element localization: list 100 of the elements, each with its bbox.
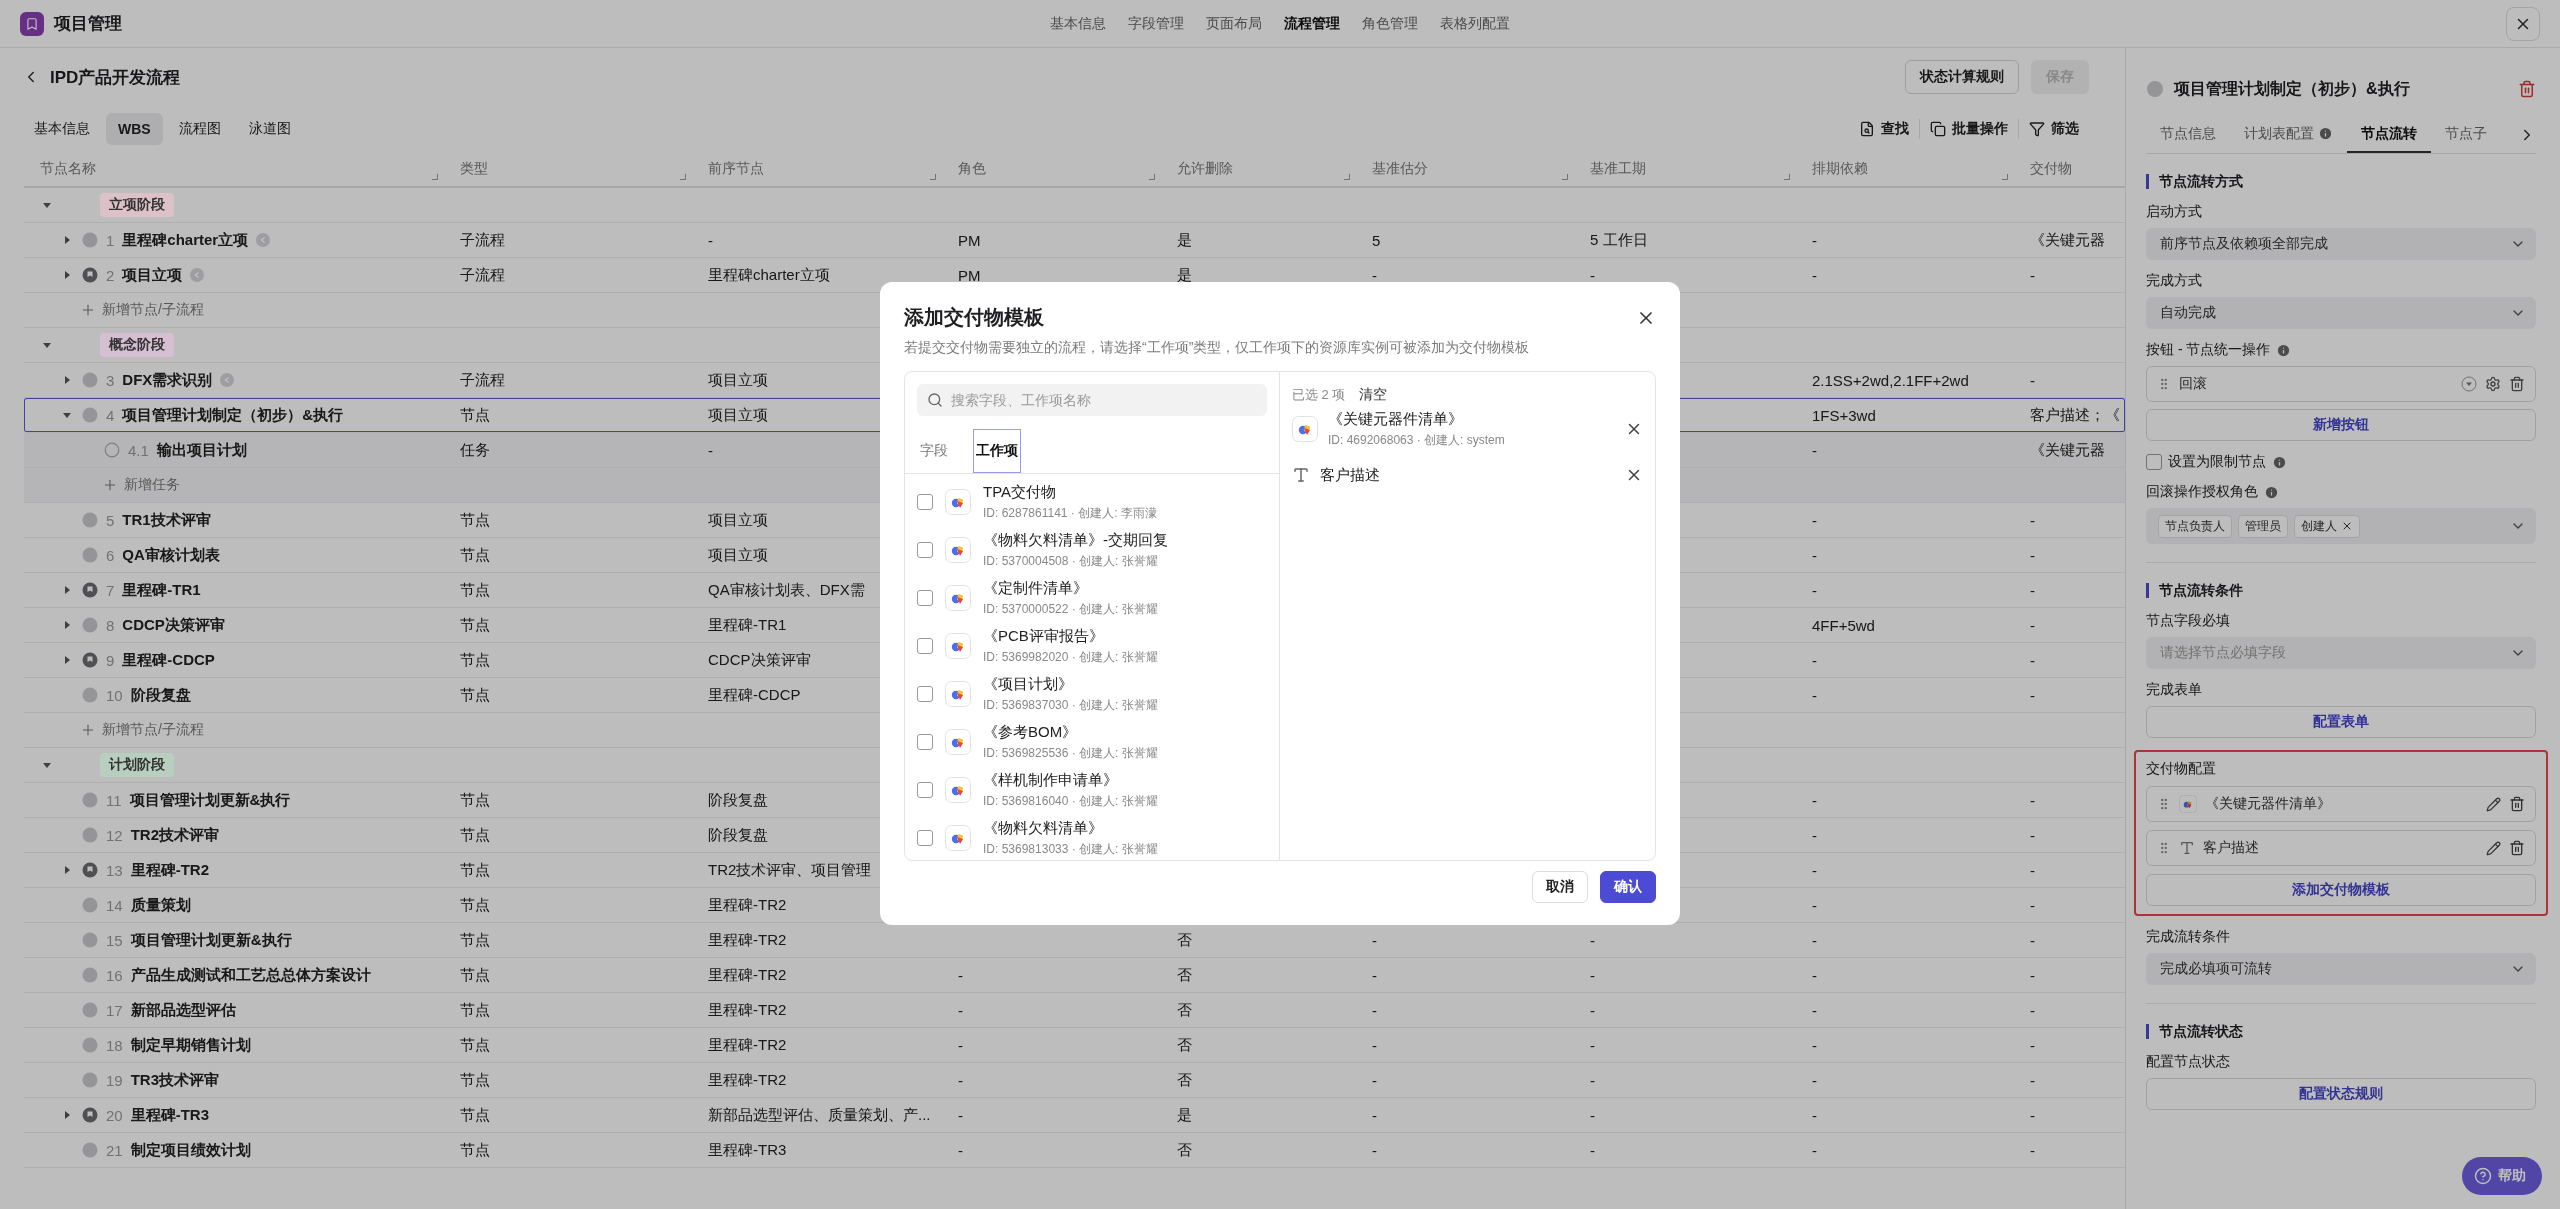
- table-cell: -: [2030, 826, 2035, 844]
- table-cell: -: [1812, 791, 1817, 809]
- table-cell: 里程碑-TR2: [708, 895, 787, 915]
- item-meta: ID: 5369982020 · 创建人: 张誉耀: [983, 648, 1158, 666]
- table-cell: 新部品选型评估、质量策划、产...: [708, 1105, 931, 1125]
- node-name: QA审核计划表: [122, 545, 220, 565]
- item-meta: ID: 5370004508 · 创建人: 张誉耀: [983, 552, 1159, 570]
- node-name: TR2技术评审: [130, 825, 220, 845]
- column-header: 节点名称: [24, 152, 444, 186]
- column-header: 类型: [444, 152, 692, 186]
- item-name: 客户描述: [1320, 465, 1380, 485]
- item-name: 《关键元器件清单》: [1328, 409, 1464, 429]
- table-cell: 5 工作日: [1590, 230, 1648, 250]
- item-meta: ID: 5369813033 · 创建人: 张誉耀: [983, 840, 1158, 858]
- table-cell: 节点: [460, 1035, 490, 1055]
- checkbox-label: 设置为限制节点: [2168, 453, 2266, 471]
- table-cell: QA审核计划表、DFX需: [708, 580, 865, 600]
- modal-description: 若提交交付物需要独立的流程，请选择“工作项”类型，仅工作项下的资源库实例可被添加为交付物模板: [904, 339, 1531, 357]
- item-name: 《参考BOM》: [983, 722, 1079, 742]
- table-cell: 项目立项: [708, 370, 768, 390]
- table-cell: -: [1812, 1036, 1817, 1054]
- table-cell: 节点: [460, 1000, 490, 1020]
- row-number: 16: [106, 966, 123, 984]
- table-cell: -: [1590, 1141, 1595, 1159]
- phase-tag: 概念阶段: [100, 333, 174, 357]
- table-cell: -: [958, 1001, 963, 1019]
- table-cell: -: [1372, 966, 1377, 984]
- item-name: 《物料欠料清单》-交期回复: [983, 530, 1168, 550]
- row-number: 11: [106, 791, 122, 809]
- row-number: 7: [106, 581, 115, 599]
- table-cell: 2.1SS+2wd,2.1FF+2wd: [1812, 371, 1969, 389]
- table-cell: 节点: [460, 1105, 490, 1125]
- row-number: 1: [106, 231, 115, 249]
- table-cell: -: [2030, 966, 2035, 984]
- table-cell: -: [2030, 1036, 2035, 1054]
- item-name: 《物料欠料清单》: [983, 818, 1104, 838]
- field-label: 启动方式: [2146, 203, 2202, 221]
- field-label: 完成表单: [2146, 681, 2202, 699]
- table-cell: -: [1590, 1106, 1595, 1124]
- node-name: 新部品选型评估: [130, 1000, 236, 1020]
- field-label: 按钮 - 节点统一操作: [2146, 341, 2271, 359]
- item-meta: ID: 5370000522 · 创建人: 张誉耀: [983, 600, 1158, 618]
- panel-title: 项目管理计划制定（初步）&执行: [2174, 78, 2411, 99]
- table-cell: CDCP决策评审: [708, 650, 811, 670]
- node-name: DFX需求识别: [122, 370, 213, 390]
- table-cell: 否: [1177, 1000, 1192, 1020]
- table-cell: 项目立项: [708, 510, 768, 530]
- table-cell: 节点: [460, 790, 490, 810]
- node-name: 里程碑charter立项: [122, 230, 249, 250]
- field-label: 节点字段必填: [2146, 612, 2230, 630]
- node-name: 阶段复盘: [130, 685, 191, 705]
- table-cell: -: [958, 1036, 963, 1054]
- table-cell: -: [2030, 651, 2035, 669]
- node-name: 项目管理计划更新&执行: [129, 790, 291, 810]
- table-cell: 里程碑-TR2: [708, 1070, 787, 1090]
- row-number: 9: [106, 651, 115, 669]
- row-number: 10: [106, 686, 123, 704]
- node-name: 里程碑-TR1: [122, 580, 201, 600]
- node-name: CDCP决策评审: [122, 615, 225, 635]
- table-cell: -: [2030, 861, 2035, 879]
- table-cell: -: [1372, 266, 1377, 284]
- phase-tag: 立项阶段: [100, 193, 174, 217]
- item-meta: ID: 5369816040 · 创建人: 张誉耀: [983, 792, 1158, 810]
- table-cell: 子流程: [460, 230, 505, 250]
- table-cell: -: [1372, 1071, 1377, 1089]
- item-name: TPA交付物: [983, 482, 1058, 502]
- node-name: TR1技术评审: [122, 510, 211, 530]
- table-cell: -: [2030, 686, 2035, 704]
- table-cell: 节点: [460, 650, 490, 670]
- table-cell: -: [2030, 1106, 2035, 1124]
- table-cell: 里程碑-TR2: [708, 1035, 787, 1055]
- row-number: 20: [106, 1106, 123, 1124]
- table-cell: -: [2030, 546, 2035, 564]
- deliverable-name: 客户描述: [2203, 839, 2260, 857]
- table-cell: -: [1812, 581, 1817, 599]
- field-label: 完成方式: [2146, 272, 2202, 290]
- table-cell: 否: [1177, 1070, 1192, 1090]
- node-name: 项目立项: [122, 265, 183, 285]
- table-cell: 节点: [460, 860, 490, 880]
- table-cell: -: [1590, 966, 1595, 984]
- phase-tag: 计划阶段: [100, 753, 174, 777]
- table-cell: -: [2030, 896, 2035, 914]
- table-cell: 《关键元器: [2030, 440, 2105, 460]
- table-cell: -: [958, 1106, 963, 1124]
- table-cell: -: [1812, 861, 1817, 879]
- table-cell: -: [1812, 1106, 1817, 1124]
- row-number: 6: [106, 546, 115, 564]
- table-cell: -: [708, 441, 713, 459]
- table-cell: 子流程: [460, 265, 505, 285]
- table-cell: -: [1590, 931, 1595, 949]
- table-cell: 否: [1177, 1035, 1192, 1055]
- table-cell: -: [2030, 791, 2035, 809]
- modal-title: 添加交付物模板: [904, 305, 1044, 330]
- item-name: 《定制件清单》: [983, 578, 1089, 598]
- row-number: 14: [106, 896, 123, 914]
- table-cell: 里程碑-TR2: [708, 930, 787, 950]
- table-cell: 项目立项: [708, 545, 768, 565]
- table-cell: 《关键元器: [2030, 230, 2105, 250]
- table-cell: -: [1812, 1001, 1817, 1019]
- column-header: 交付物: [2029, 159, 2073, 178]
